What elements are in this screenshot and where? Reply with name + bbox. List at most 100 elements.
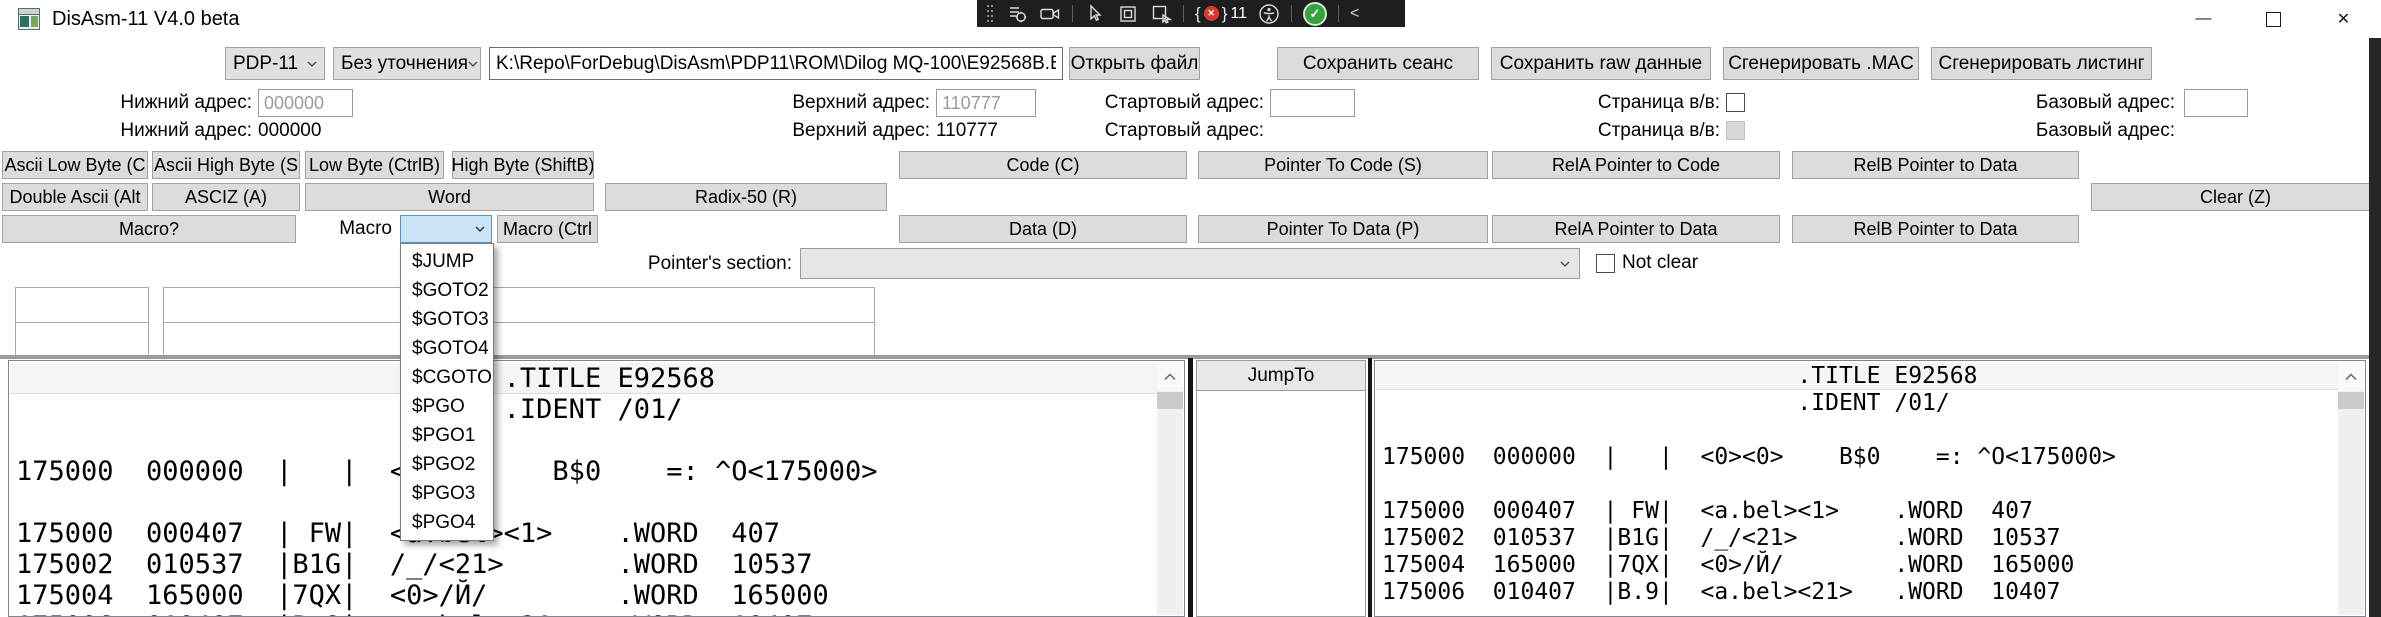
- macro-option[interactable]: $PGO4: [401, 508, 493, 537]
- rela-pointer-to-data-button[interactable]: RelA Pointer to Data: [1492, 215, 1780, 243]
- lower-address-input[interactable]: [258, 89, 353, 117]
- page-io-current-label: Страница в/в:: [1598, 119, 1720, 143]
- success-check-icon[interactable]: ✓: [1303, 2, 1327, 26]
- chevron-down-icon: [1560, 261, 1570, 267]
- scroll-up-button[interactable]: [2338, 362, 2364, 391]
- toolbar-separator: [1338, 5, 1339, 22]
- divider: [164, 322, 874, 323]
- pointer-to-code-button[interactable]: Pointer To Code (S): [1198, 151, 1488, 179]
- asm-line[interactable]: [1382, 417, 2116, 444]
- lower-address-current-value: 000000: [258, 119, 321, 143]
- asm-line[interactable]: [1382, 471, 2116, 498]
- ascii-low-byte-button[interactable]: Ascii Low Byte (C: [2, 151, 148, 179]
- save-raw-button[interactable]: Сохранить raw данные: [1491, 47, 1711, 80]
- macro-label: Macro: [336, 215, 392, 243]
- scrollbar-thumb[interactable]: [2338, 392, 2364, 409]
- asm-line[interactable]: 175006 010407 |B.9| <a.bel><21> .WORD 10…: [16, 611, 878, 617]
- asm-line[interactable]: 175000 000407 | FW| <a.bel><1> .WORD 407: [1382, 498, 2116, 525]
- right-disassembly-pane[interactable]: .TITLE E92568 .IDENT /01/ 175000 000000 …: [1374, 360, 2366, 617]
- macro-option[interactable]: $GOTO4: [401, 334, 493, 363]
- badge-brace: {: [1195, 4, 1201, 24]
- file-path-input[interactable]: [489, 47, 1063, 80]
- not-clear-label: Not clear: [1622, 251, 1698, 275]
- frame-icon[interactable]: [1117, 3, 1139, 25]
- pointer-to-data-button[interactable]: Pointer To Data (P): [1198, 215, 1488, 243]
- asm-line[interactable]: 175002 010537 |B1G| /_/<21> .WORD 10537: [16, 549, 878, 580]
- rela-pointer-to-code-button[interactable]: RelA Pointer to Code: [1492, 151, 1780, 179]
- scrollbar-thumb[interactable]: [1157, 392, 1183, 409]
- macro-query-button[interactable]: Macro?: [2, 215, 296, 243]
- pointer-section-select[interactable]: [800, 248, 1580, 279]
- macro-option[interactable]: $PGO2: [401, 450, 493, 479]
- right-asm-listing: .TITLE E92568 .IDENT /01/ 175000 000000 …: [1382, 363, 2116, 606]
- ascii-high-byte-button[interactable]: Ascii High Byte (S: [152, 151, 300, 179]
- maximize-button[interactable]: [2250, 0, 2297, 38]
- generate-mac-button[interactable]: Сгенерировать .MAC: [1723, 47, 1919, 80]
- scroll-up-button[interactable]: [1157, 362, 1183, 391]
- asm-line[interactable]: .TITLE E92568: [1382, 363, 2116, 390]
- variant-select[interactable]: Без уточнения: [333, 47, 481, 80]
- asm-line[interactable]: 175004 165000 |7QX| <0>/Й/ .WORD 165000: [16, 580, 878, 611]
- macro-option[interactable]: $PGO: [401, 392, 493, 421]
- high-byte-button[interactable]: High Byte (ShiftB): [452, 151, 594, 179]
- asm-line[interactable]: 175004 165000 |7QX| <0>/Й/ .WORD 165000: [1382, 552, 2116, 579]
- labels-box-right[interactable]: [163, 287, 875, 358]
- camera-icon[interactable]: [1039, 3, 1061, 25]
- upper-address-label: Верхний адрес:: [770, 89, 930, 117]
- asm-line[interactable]: 175006 010407 |B.9| <a.bel><21> .WORD 10…: [1382, 579, 2116, 606]
- start-address-input[interactable]: [1270, 89, 1355, 117]
- cpu-select-value: PDP-11: [233, 53, 298, 75]
- relb-pointer-to-data-top-button[interactable]: RelB Pointer to Data: [1792, 151, 2079, 179]
- left-splitter[interactable]: [1188, 358, 1193, 617]
- close-button[interactable]: ✕: [2320, 0, 2367, 38]
- right-splitter[interactable]: [1368, 358, 1372, 617]
- collapse-chevron-icon[interactable]: <: [1350, 5, 1359, 23]
- asm-line[interactable]: .IDENT /01/: [1382, 390, 2116, 417]
- macro-select[interactable]: [400, 215, 492, 243]
- clear-button[interactable]: Clear (Z): [2091, 183, 2380, 211]
- window-title: DisAsm-11 V4.0 beta: [52, 0, 240, 38]
- open-file-button[interactable]: Открыть файл: [1069, 47, 1200, 80]
- jumpto-list[interactable]: [1196, 391, 1366, 617]
- left-disassembly-pane[interactable]: .TITLE E92568 .IDENT /01/ 175000 000000 …: [8, 360, 1185, 617]
- asm-line[interactable]: 175000 000000 | | <0><0> B$0 =: ^O<17500…: [1382, 444, 2116, 471]
- word-button[interactable]: Word: [305, 183, 594, 211]
- low-byte-button[interactable]: Low Byte (CtrlB): [305, 151, 444, 179]
- cursor-select-icon[interactable]: [1084, 3, 1106, 25]
- double-ascii-button[interactable]: Double Ascii (Alt: [2, 183, 148, 211]
- labels-box-left[interactable]: [15, 287, 149, 358]
- accessibility-icon[interactable]: [1258, 3, 1280, 25]
- left-pane-scrollbar[interactable]: [1157, 362, 1183, 615]
- generate-listing-button[interactable]: Сгенерировать листинг: [1931, 47, 2152, 80]
- jumpto-header-button[interactable]: JumpTo: [1196, 360, 1366, 391]
- error-count-badge[interactable]: { ✕ } 11: [1195, 4, 1247, 24]
- upper-address-input[interactable]: [936, 89, 1036, 117]
- right-pane-scrollbar[interactable]: [2338, 362, 2364, 615]
- macro-option[interactable]: $GOTO3: [401, 305, 493, 334]
- data-button[interactable]: Data (D): [899, 215, 1187, 243]
- radix50-button[interactable]: Radix-50 (R): [605, 183, 887, 211]
- performance-log-icon[interactable]: [1006, 3, 1028, 25]
- not-clear-checkbox[interactable]: [1596, 254, 1615, 273]
- macro-ctrl-button[interactable]: Macro (Ctrl: [497, 215, 598, 243]
- code-button[interactable]: Code (C): [899, 151, 1187, 179]
- grip-handle-icon[interactable]: [987, 5, 995, 23]
- macro-option[interactable]: $PGO1: [401, 421, 493, 450]
- macro-option[interactable]: $CGOTO: [401, 363, 493, 392]
- asciz-button[interactable]: ASCIZ (A): [152, 183, 300, 211]
- region-capture-icon[interactable]: [1150, 3, 1172, 25]
- relb-pointer-to-data-bottom-button[interactable]: RelB Pointer to Data: [1792, 215, 2079, 243]
- base-address-input[interactable]: [2184, 89, 2248, 117]
- macro-option[interactable]: $GOTO2: [401, 276, 493, 305]
- error-dot-icon: ✕: [1204, 6, 1219, 21]
- page-io-checkbox[interactable]: [1726, 93, 1745, 112]
- base-address-label: Базовый адрес:: [2040, 89, 2175, 117]
- macro-option[interactable]: $JUMP: [401, 247, 493, 276]
- pointer-section-label: Pointer's section:: [650, 250, 792, 278]
- macro-option[interactable]: $PGO3: [401, 479, 493, 508]
- desktop-edge-strip: [2369, 38, 2381, 617]
- minimize-button[interactable]: —: [2180, 0, 2227, 38]
- asm-line[interactable]: 175002 010537 |B1G| /_/<21> .WORD 10537: [1382, 525, 2116, 552]
- save-session-button[interactable]: Сохранить сеанс: [1277, 47, 1479, 80]
- cpu-select[interactable]: PDP-11: [225, 47, 325, 80]
